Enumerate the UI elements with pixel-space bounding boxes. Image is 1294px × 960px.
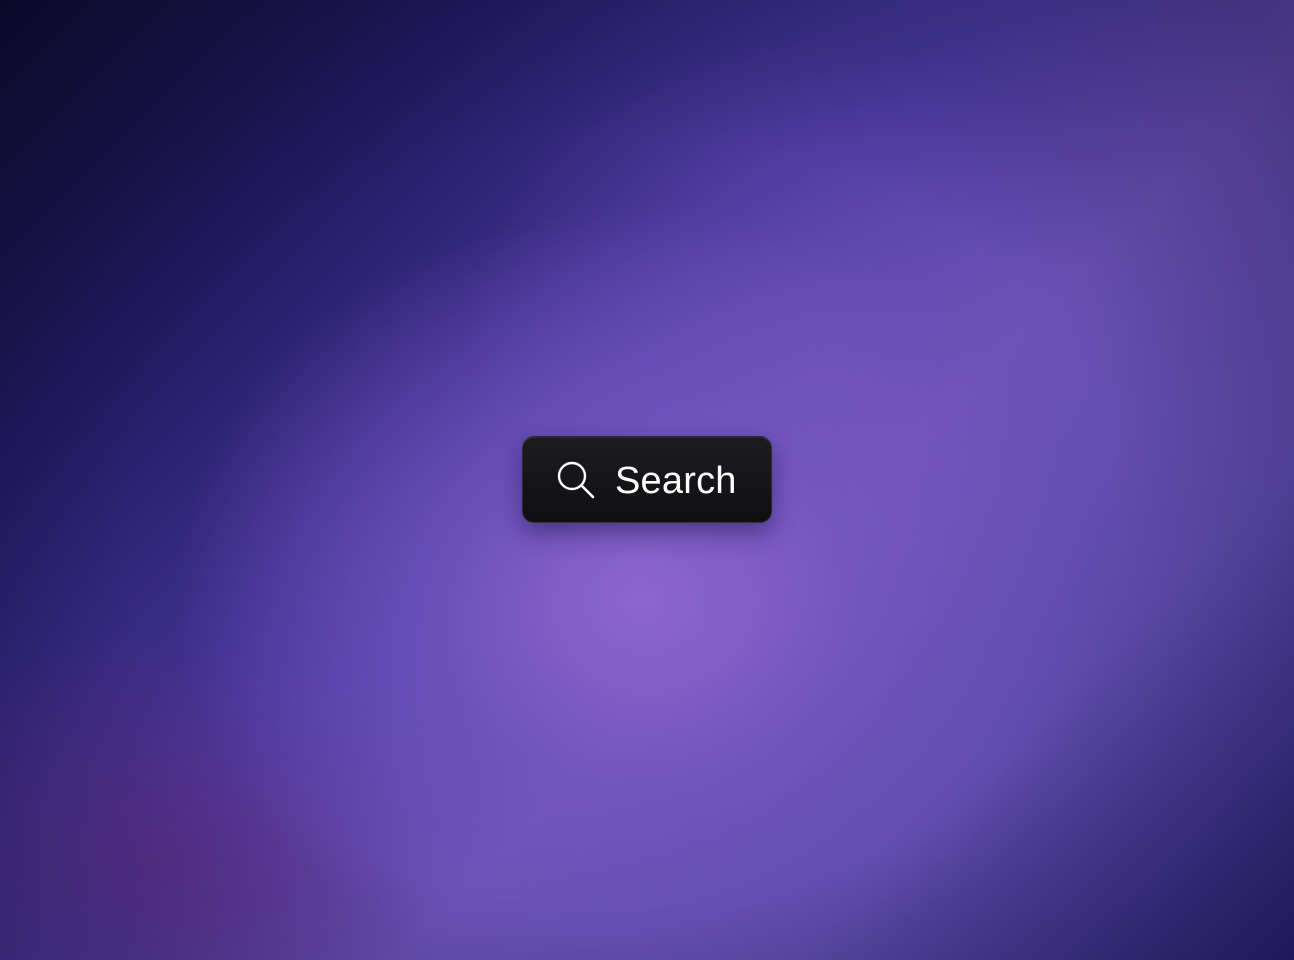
search-label: Search [615, 459, 737, 502]
search-button[interactable]: Search [522, 436, 772, 523]
search-icon [555, 459, 597, 501]
